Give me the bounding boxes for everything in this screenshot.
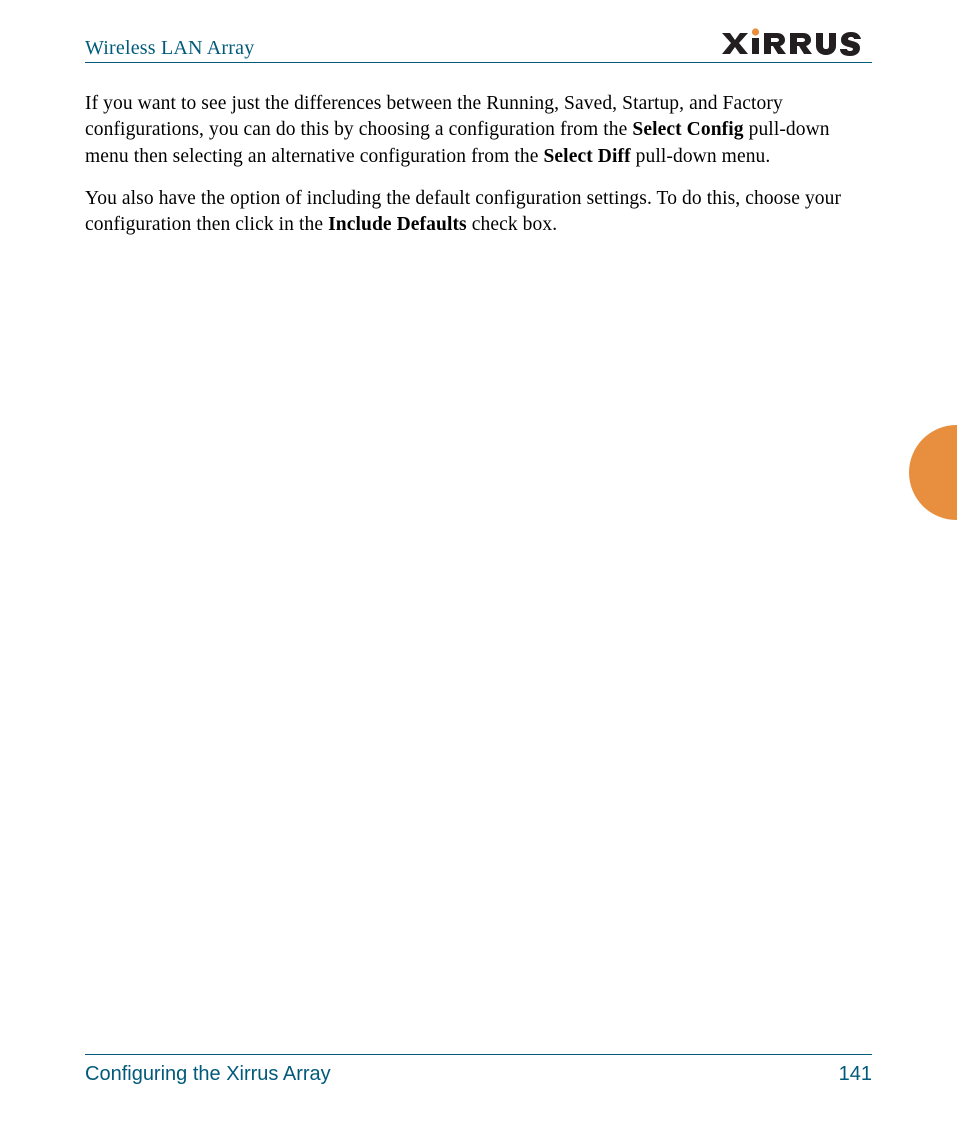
footer-page-number: 141: [839, 1063, 872, 1086]
document-page: Wireless LAN Array: [0, 0, 957, 1138]
xirrus-logo: [722, 28, 872, 60]
xirrus-logo-icon: [722, 28, 872, 56]
body-content: If you want to see just the differences …: [85, 63, 872, 239]
page-footer: Configuring the Xirrus Array 141: [85, 1054, 872, 1086]
paragraph-1: If you want to see just the differences …: [85, 91, 872, 170]
orange-circle-icon: [909, 425, 957, 520]
paragraph-2: You also have the option of including th…: [85, 186, 872, 239]
page-header: Wireless LAN Array: [85, 28, 872, 63]
para1-bold-select-config: Select Config: [632, 119, 743, 140]
footer-section-title: Configuring the Xirrus Array: [85, 1063, 331, 1086]
para2-text-post: check box.: [467, 214, 557, 235]
para2-bold-include-defaults: Include Defaults: [328, 214, 467, 235]
side-tab-marker: [909, 425, 957, 520]
para1-bold-select-diff: Select Diff: [543, 146, 630, 167]
header-title: Wireless LAN Array: [85, 37, 254, 60]
para1-text-post: pull-down menu.: [631, 146, 771, 167]
